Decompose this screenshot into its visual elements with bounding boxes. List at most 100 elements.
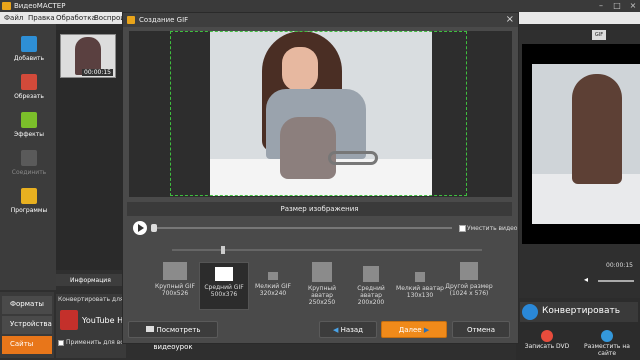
tab-formats[interactable]: Форматы	[2, 296, 52, 314]
sidebar-cut-label: Обрезать	[14, 93, 44, 100]
large-gif-icon	[163, 262, 187, 280]
dvd-icon	[541, 330, 553, 342]
menu-file[interactable]: Файл	[4, 14, 23, 22]
video-thumbnail[interactable]: 00:00:15	[60, 34, 116, 78]
size-option-large-gif[interactable]: Крупный GIF 700x526	[150, 262, 200, 310]
size-section-header: Размер изображения	[127, 202, 512, 216]
crop-frame[interactable]	[170, 31, 467, 196]
convert-for-label: Конвертировать для:	[58, 296, 126, 303]
size-option-name: Средний аватар	[357, 285, 385, 299]
tab-formats-label: Форматы	[10, 300, 44, 308]
dialog-app-icon	[127, 16, 135, 24]
sidebar-cut-button[interactable]: Обрезать	[6, 70, 52, 108]
watch-tutorial-label: Посмотреть видеоурок	[153, 326, 201, 351]
menu-playback[interactable]: Воспрои	[94, 14, 125, 22]
video-preview	[522, 44, 640, 244]
size-option-name: Мелкий GIF	[255, 283, 291, 290]
globe-icon	[601, 330, 613, 342]
convert-for-panel: Конвертировать для: YouTube H Применить …	[56, 294, 131, 358]
size-option-size: (1024 x 576)	[449, 290, 489, 297]
minimize-icon[interactable]: –	[596, 2, 606, 10]
youtube-icon	[60, 310, 78, 330]
dialog-titlebar: Создание GIF ×	[123, 13, 518, 27]
menu-process[interactable]: Обработка	[56, 14, 96, 22]
back-label: Назад	[340, 326, 363, 334]
burn-dvd-button[interactable]: Записать DVD	[524, 330, 570, 350]
size-option-size: 700x526	[161, 290, 189, 297]
size-option-medium-gif[interactable]: Средний GIF 500x376	[199, 262, 249, 310]
gif-icon[interactable]: GIF	[592, 30, 606, 40]
info-tab-label: Информация	[70, 277, 111, 284]
sidebar-add-button[interactable]: Добавить	[6, 32, 52, 70]
size-option-small-gif[interactable]: Мелкий GIF 320x240	[248, 262, 298, 310]
menu-edit[interactable]: Правка	[28, 14, 55, 22]
volume-icon[interactable]: ◂	[584, 276, 594, 284]
sidebar-programs-button[interactable]: Программы	[6, 184, 52, 222]
close-window-icon[interactable]: ×	[628, 2, 638, 10]
sidebar-effects-button[interactable]: Эффекты	[6, 108, 52, 146]
size-option-name: Крупный GIF	[155, 283, 195, 290]
convert-button[interactable]: Конвертировать	[520, 302, 638, 322]
timeline-track[interactable]	[152, 227, 452, 229]
info-tab[interactable]: Информация	[56, 274, 126, 286]
apply-all-checkbox[interactable]	[58, 340, 64, 346]
tab-sites-label: Сайты	[10, 340, 34, 348]
tab-devices-label: Устройства	[10, 320, 52, 328]
maximize-icon[interactable]: □	[612, 2, 622, 10]
dialog-close-icon[interactable]: ×	[506, 14, 514, 25]
next-button[interactable]: Далее ▶	[381, 321, 447, 338]
timeline-knob[interactable]	[151, 224, 157, 232]
sidebar-join-button[interactable]: Соединить	[6, 146, 52, 184]
format-tabs: Форматы Устройства Сайты	[0, 292, 54, 358]
small-avatar-icon	[415, 272, 425, 282]
cancel-button[interactable]: Отмена	[452, 321, 510, 338]
size-option-name: Крупный аватар	[307, 285, 337, 299]
convert-icon	[522, 304, 538, 320]
back-button[interactable]: ◀ Назад	[319, 321, 377, 338]
volume-slider[interactable]	[598, 280, 634, 282]
app-titlebar: ВидеоМАСТЕР	[0, 0, 640, 12]
custom-size-icon	[460, 262, 478, 280]
size-option-name: Средний GIF	[204, 284, 244, 291]
sidebar-join-label: Соединить	[11, 169, 47, 176]
fit-video-checkbox[interactable]	[459, 225, 466, 232]
sidebar-add-label: Добавить	[13, 55, 45, 62]
size-option-large-avatar[interactable]: Крупный аватар 250x250	[297, 262, 347, 310]
play-button[interactable]	[133, 221, 147, 235]
size-slider-knob[interactable]	[221, 246, 225, 254]
burn-dvd-label: Записать DVD	[524, 343, 570, 350]
thumbnail-duration: 00:00:15	[82, 69, 113, 76]
next-label: Далее	[398, 326, 422, 334]
size-option-medium-avatar[interactable]: Средний аватар 200x200	[346, 262, 396, 310]
cut-icon	[21, 74, 37, 90]
next-arrow-icon: ▶	[421, 326, 430, 334]
convert-target[interactable]: YouTube H	[82, 316, 123, 325]
sidebar: Добавить Обрезать Эффекты Соединить Прог…	[0, 24, 56, 290]
size-option-name: Другой размер	[445, 283, 493, 290]
add-video-icon	[21, 36, 37, 52]
app-logo-icon	[2, 2, 11, 10]
preview-frame	[532, 64, 640, 224]
size-option-small-avatar[interactable]: Мелкий аватар 130x130	[395, 262, 445, 310]
publish-label: Разместить на сайте	[584, 343, 630, 357]
publish-button[interactable]: Разместить на сайте	[576, 330, 638, 357]
medium-gif-icon	[215, 267, 233, 281]
size-option-size: 130x130	[406, 292, 434, 299]
tab-devices[interactable]: Устройства	[2, 316, 52, 334]
preview-time: 00:00:15	[606, 262, 633, 269]
small-gif-icon	[268, 272, 278, 280]
back-arrow-icon: ◀	[332, 326, 341, 334]
large-avatar-icon	[312, 262, 332, 282]
tab-sites[interactable]: Сайты	[2, 336, 52, 354]
sidebar-effects-label: Эффекты	[14, 131, 44, 138]
size-option-size: 250x250	[308, 299, 336, 306]
watch-tutorial-button[interactable]: Посмотреть видеоурок	[128, 321, 218, 351]
size-option-name: Мелкий аватар	[396, 285, 444, 292]
dialog-title: Создание GIF	[139, 16, 189, 24]
size-option-size: 200x200	[357, 299, 385, 306]
size-slider[interactable]	[172, 249, 482, 251]
convert-label: Конвертировать	[542, 306, 621, 316]
effects-icon	[21, 112, 37, 128]
app-title: ВидеоМАСТЕР	[14, 2, 66, 10]
size-option-custom[interactable]: Другой размер (1024 x 576)	[444, 262, 494, 310]
